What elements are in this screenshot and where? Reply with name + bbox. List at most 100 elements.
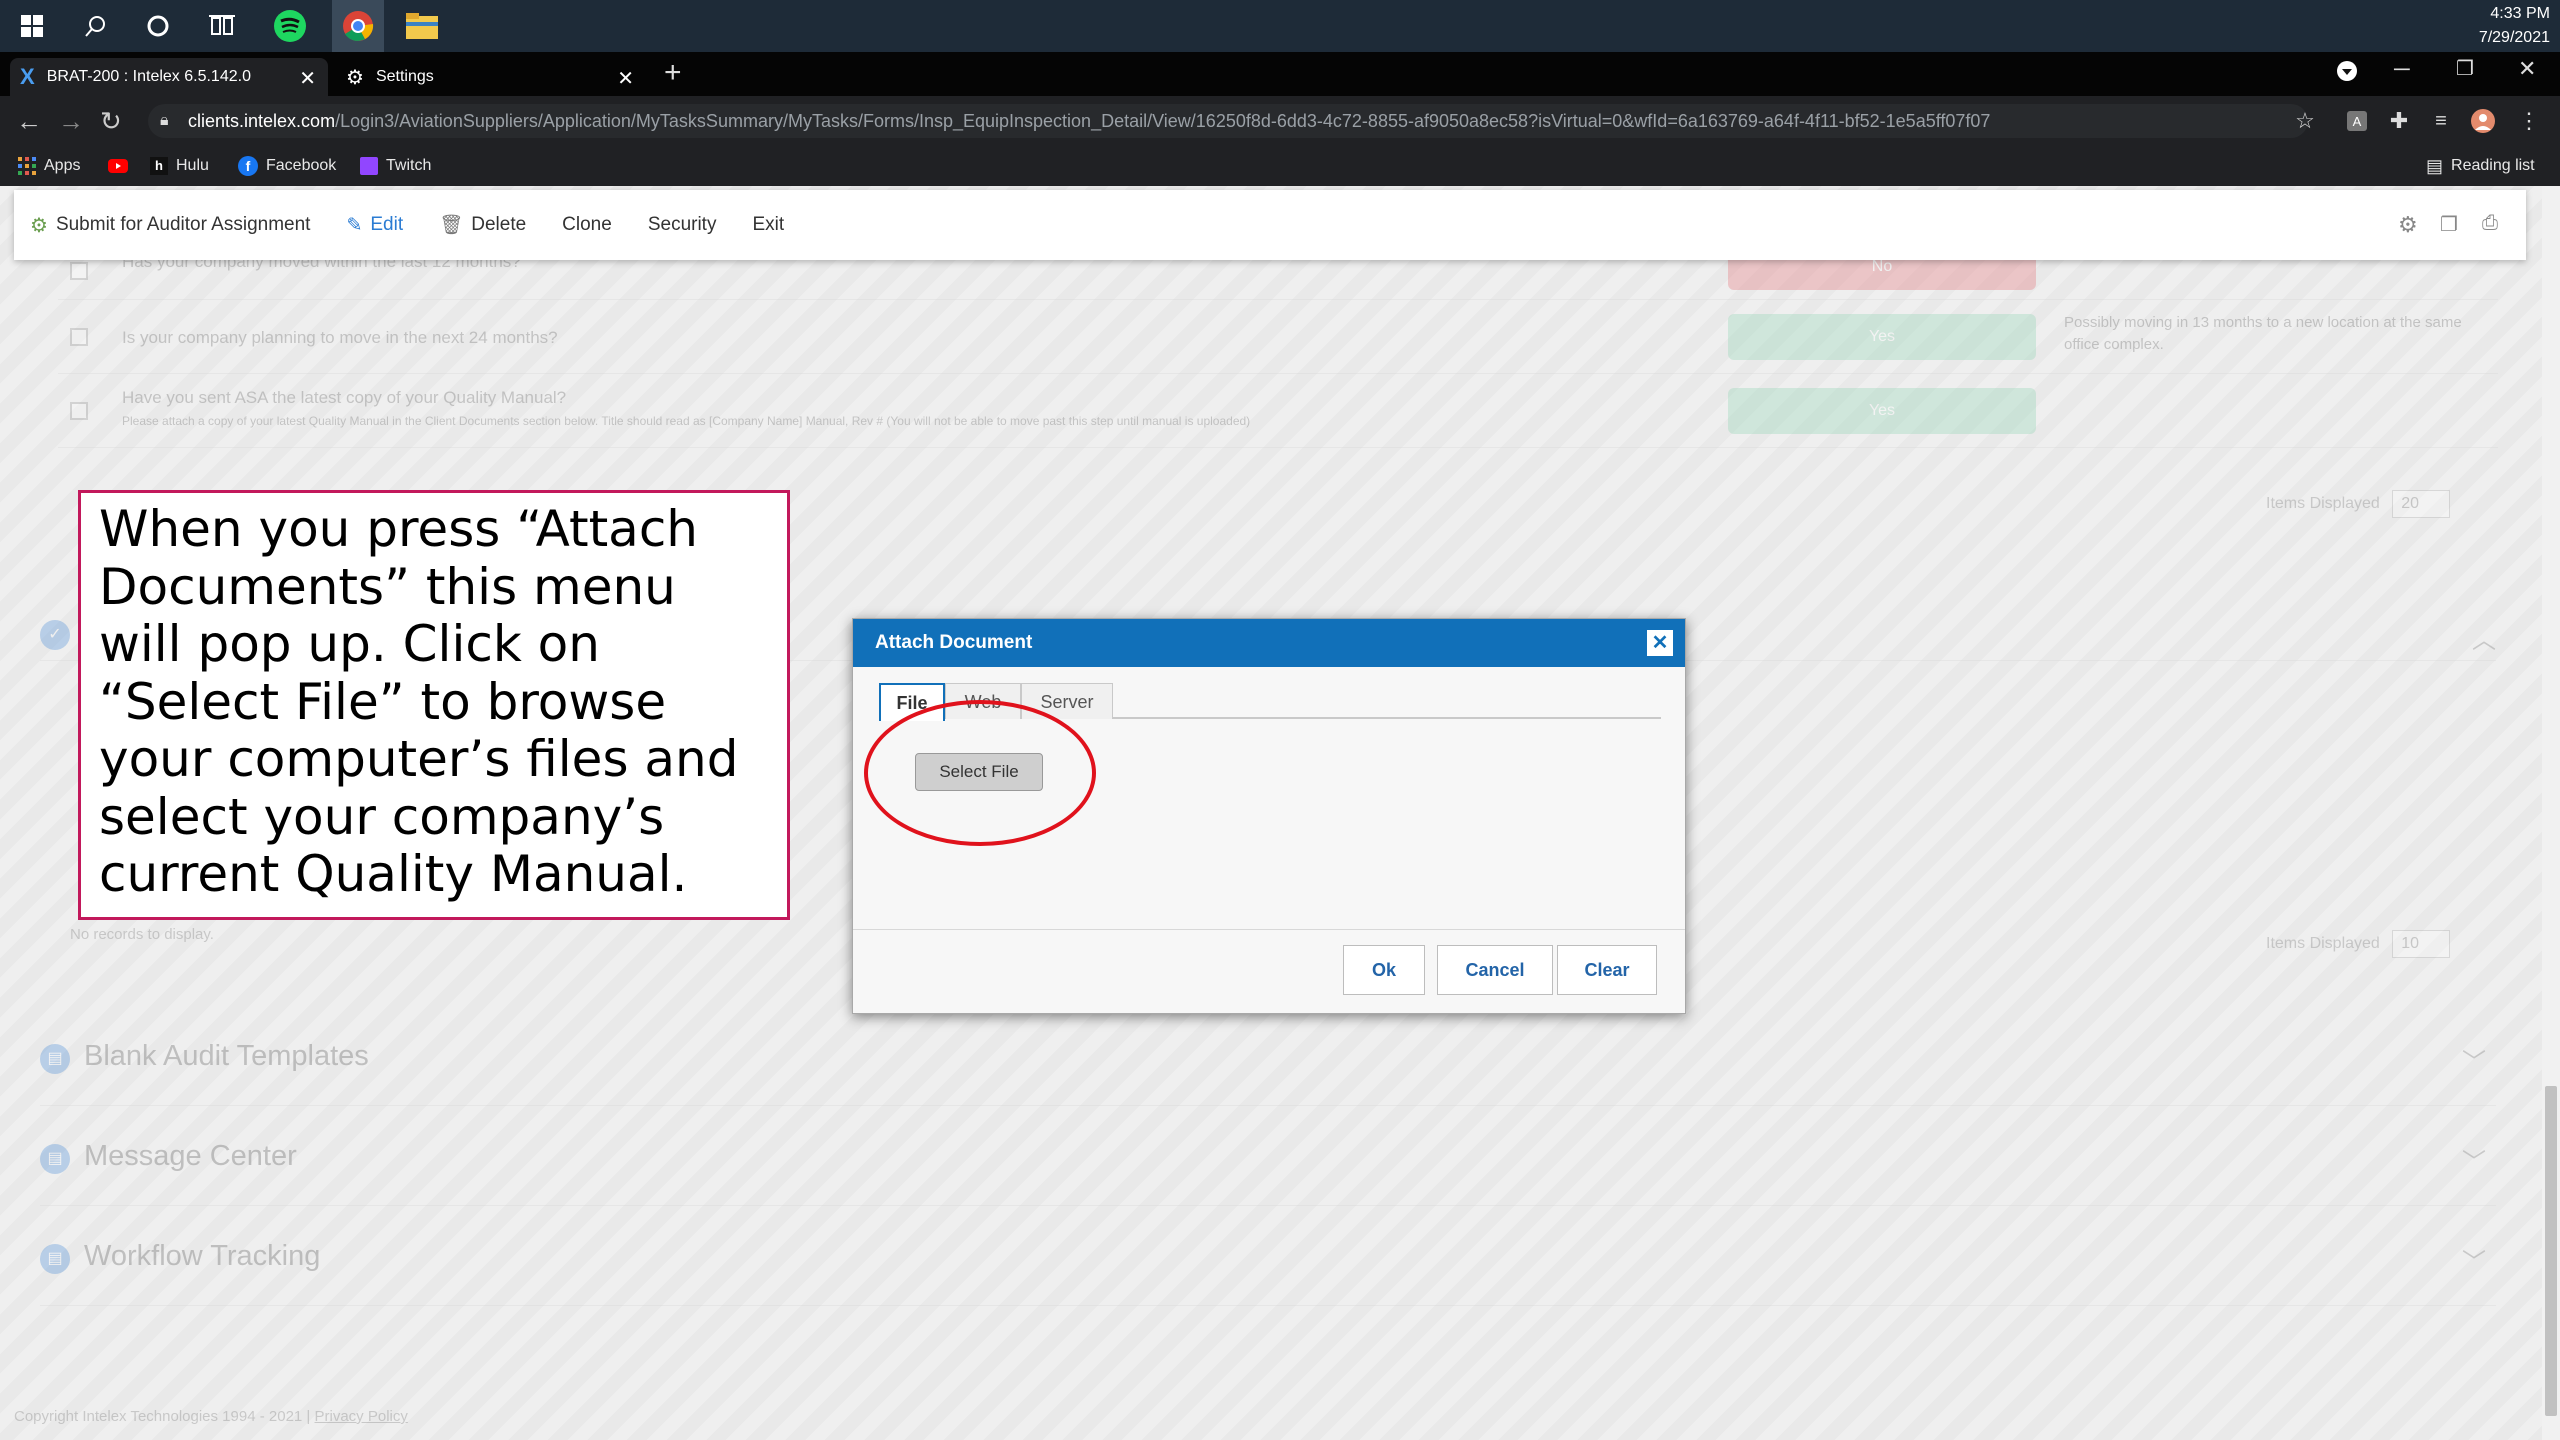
section-blank-audit-templates[interactable]: ▤ Blank Audit Templates ﹀ [40,1006,2496,1106]
settings-gear-icon[interactable]: ⚙ [2398,212,2418,238]
extension-icon[interactable]: A [2344,108,2370,134]
close-window-icon[interactable]: ✕ [2518,56,2536,82]
minimize-icon[interactable]: ─ [2394,56,2410,82]
bookmark-twitch[interactable]: Twitch [360,154,431,178]
profile-avatar-icon[interactable] [2470,108,2496,134]
delete-label: Delete [471,214,527,235]
checklist-row: Have you sent ASA the latest copy of you… [58,374,2498,448]
bookmark-apps[interactable]: Apps [18,154,80,178]
section-icon: ▤ [40,1044,70,1074]
submit-label: Submit for Auditor Assignment [55,214,311,235]
page-scrollbar[interactable] [2542,186,2560,1440]
bookmark-label: Facebook [266,157,337,174]
reading-list-label: Reading list [2451,157,2535,174]
youtube-icon [108,159,128,173]
submit-auditor-button[interactable]: ⚙ Submit for Auditor Assignment [30,213,310,238]
facebook-icon: f [238,156,258,176]
row-subtext: Please attach a copy of your latest Qual… [122,414,1251,428]
bookmark-label: Hulu [176,157,209,174]
task-view-icon[interactable] [196,6,248,46]
exit-label: Exit [752,214,785,235]
trash-icon: 🗑︎ [439,215,464,236]
security-button[interactable]: Security [648,214,717,236]
scrollbar-thumb[interactable] [2545,1086,2557,1416]
reading-list-button[interactable]: ▤ Reading list [2426,154,2535,178]
chrome-icon[interactable] [332,0,384,52]
clear-button[interactable]: Clear [1557,945,1657,995]
items-displayed-label: Items Displayed [2266,935,2380,952]
edit-button[interactable]: ✎ Edit [346,214,403,237]
privacy-policy-link[interactable]: Privacy Policy [315,1408,408,1425]
address-bar-row: ← → ↻ 🔒︎ clients.intelex.com/Login3/Avia… [0,96,2560,146]
bookmark-youtube[interactable] [108,154,128,178]
bookmark-star-icon[interactable]: ☆ [2292,108,2318,134]
pencil-icon: ✎ [346,214,363,236]
submit-icon: ⚙ [30,214,48,237]
reload-icon[interactable]: ↻ [100,106,122,137]
forward-icon[interactable]: → [58,106,84,137]
items-displayed-select[interactable]: 10 [2392,930,2451,958]
clone-button[interactable]: Clone [562,214,612,236]
puzzle-icon[interactable]: ✚ [2386,108,2412,134]
checklist-row: Is your company planning to move in the … [58,300,2498,374]
tab-title: BRAT-200 : Intelex 6.5.142.0 [46,68,251,85]
close-icon[interactable]: ✕ [1647,630,1673,656]
answer-yes-pill[interactable]: Yes [1728,388,2036,434]
dialog-header: Attach Document ✕ [853,619,1685,667]
hulu-icon: h [150,157,168,175]
close-tab-icon[interactable]: ✕ [617,66,634,91]
section-workflow-tracking[interactable]: ▤ Workflow Tracking ﹀ [40,1206,2496,1306]
menu-kebab-icon[interactable]: ⋮ [2516,108,2542,134]
row-checkbox[interactable] [70,262,88,280]
clock-time: 4:33 PM [2490,5,2550,22]
record-toolbar: ⚙ Submit for Auditor Assignment ✎ Edit 🗑… [14,190,2526,260]
search-icon[interactable] [70,6,122,46]
url-host: clients.intelex.com [188,111,336,131]
section-title: Blank Audit Templates [84,1040,369,1072]
windows-start-icon[interactable] [6,6,58,46]
section-icon: ▤ [40,1244,70,1274]
exit-button[interactable]: Exit [752,214,784,236]
media-queue-icon[interactable]: ≡ [2428,108,2454,134]
security-label: Security [647,214,717,235]
back-icon[interactable]: ← [16,106,42,137]
close-tab-icon[interactable]: ✕ [299,66,316,91]
restore-icon[interactable]: ❐ [2456,56,2474,81]
chevron-down-icon[interactable]: ﹀ [2462,1142,2486,1177]
bookmark-hulu[interactable]: h Hulu [150,154,209,178]
row-checkbox[interactable] [70,402,88,420]
items-displayed-1: Items Displayed 20 [2266,490,2451,518]
items-displayed-select[interactable]: 20 [2392,490,2451,518]
section-icon: ▤ [40,1144,70,1174]
chevron-down-icon[interactable]: ﹀ [2462,1042,2486,1077]
cancel-button[interactable]: Cancel [1437,945,1553,995]
ok-button[interactable]: Ok [1343,945,1425,995]
url-field[interactable]: 🔒︎ clients.intelex.com/Login3/AviationSu… [148,104,2308,138]
delete-button[interactable]: 🗑︎ Delete [439,213,526,237]
bookmarks-bar: Apps h Hulu f Facebook Twitch ▤ Reading … [0,146,2560,186]
cortana-icon[interactable] [132,6,184,46]
file-explorer-icon[interactable] [396,6,448,46]
section-message-center[interactable]: ▤ Message Center ﹀ [40,1106,2496,1206]
row-question: Have you sent ASA the latest copy of you… [122,388,567,407]
svg-text:A: A [2353,114,2362,129]
bookmark-facebook[interactable]: f Facebook [238,154,336,178]
browser-tab-intelex[interactable]: X BRAT-200 : Intelex 6.5.142.0 ✕ [10,58,328,96]
dialog-divider [853,929,1685,930]
chevron-down-icon[interactable]: ﹀ [2462,1242,2486,1277]
answer-yes-pill[interactable]: Yes [1728,314,2036,360]
tab-title: Settings [375,68,434,85]
new-tab-icon[interactable]: + [664,56,682,90]
system-clock[interactable]: 4:33 PM 7/29/2021 [2479,2,2550,50]
page-footer: Copyright Intelex Technologies 1994 - 20… [14,1408,408,1425]
print-icon[interactable]: ⎙ [2482,212,2498,235]
browser-tab-settings[interactable]: ⚙ Settings ✕ [336,58,646,96]
intelex-x-icon: X [20,64,35,89]
chevron-up-icon[interactable]: ︿ [2472,620,2550,655]
popout-icon[interactable]: ❐ [2440,212,2458,237]
dialog-title: Attach Document [875,632,1033,653]
spotify-icon[interactable] [264,6,316,46]
row-checkbox[interactable] [70,328,88,346]
profile-dropdown-icon[interactable] [2336,60,2358,82]
section-icon: ✓ [40,620,70,650]
